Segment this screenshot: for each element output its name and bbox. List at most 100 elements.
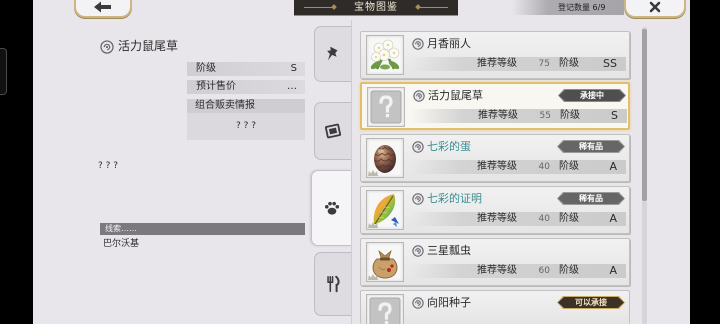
list-item[interactable]: 七彩的蛋 稀有品 推荐等级 40 阶级 A: [360, 134, 630, 182]
list-divider: [351, 20, 352, 324]
list-item[interactable]: 七彩的证明 稀有品 推荐等级 40 阶级 A: [360, 186, 630, 234]
detail-price-label: 预计售价: [196, 81, 236, 92]
unknown-item-icon: [368, 88, 404, 126]
level-label: 推荐等级: [477, 58, 517, 69]
item-name: 活力鼠尾草: [428, 89, 483, 102]
registered-count: 登记数量 6/9: [512, 0, 624, 15]
item-name: 向阳种子: [427, 296, 471, 309]
item-stats: 推荐等级 55 阶级 S: [411, 109, 627, 123]
item-stats: 推荐等级 40 阶级 A: [410, 160, 626, 174]
ornament-right: [418, 7, 448, 8]
item-name: 七彩的蛋: [427, 140, 471, 153]
detail-rank-value: S: [290, 63, 297, 74]
item-name: 七彩的证明: [427, 192, 482, 205]
tab-cards[interactable]: [314, 102, 351, 160]
rank-label: 阶级: [559, 58, 579, 69]
detail-rank-row: 阶级 S: [187, 62, 305, 76]
tab-monsters[interactable]: [311, 170, 351, 246]
item-thumbnail: [366, 138, 404, 178]
rank-label: 阶级: [559, 213, 579, 224]
list-item[interactable]: 三星瓢虫 推荐等级 60 阶级 A: [360, 238, 630, 286]
item-thumbnail: [366, 242, 404, 282]
combo-sale-header: 组合贩卖情报: [187, 99, 305, 113]
flower-icon: [370, 39, 400, 70]
rare-badge: 稀有品: [557, 192, 625, 205]
item-thumbnail: [366, 190, 404, 230]
rank-value: A: [609, 264, 617, 277]
seal-icon: [412, 141, 424, 153]
rare-badge-label: 稀有品: [558, 193, 624, 204]
title-banner: 宝物图鉴: [294, 0, 458, 16]
pin-icon: [327, 46, 338, 61]
scrollbar-thumb[interactable]: [642, 29, 647, 201]
rank-value: S: [611, 109, 618, 122]
acceptable-badge: 可以承接: [557, 296, 625, 309]
rare-badge-label: 稀有品: [558, 141, 624, 152]
clue-label: 线索……: [105, 224, 137, 233]
item-stats: 推荐等级 75 阶级 SS: [410, 57, 626, 71]
level-value: 75: [538, 59, 550, 69]
seal-icon: [413, 90, 425, 102]
level-label: 推荐等级: [477, 265, 517, 276]
paw-icon: [324, 201, 339, 215]
status-badge: 承接中: [558, 89, 626, 102]
level-label: 推荐等级: [477, 213, 517, 224]
seal-icon: [100, 40, 114, 54]
close-icon: [649, 1, 661, 12]
level-value: 40: [538, 214, 550, 224]
rank-label: 阶级: [560, 110, 580, 121]
item-name: 三星瓢虫: [427, 244, 471, 257]
unknown-item-icon: [367, 295, 403, 324]
close-button[interactable]: [624, 0, 686, 18]
device-notch: [0, 48, 7, 95]
level-value: 40: [538, 162, 550, 172]
list-item[interactable]: 月香丽人 推荐等级 75 阶级 SS: [360, 31, 630, 79]
acceptable-badge-label: 可以承接: [558, 297, 624, 308]
tab-materials[interactable]: [314, 26, 351, 82]
detail-description: ? ? ?: [98, 161, 119, 171]
rank-value: SS: [603, 57, 617, 70]
registered-count-label: 登记数量 6/9: [558, 3, 606, 12]
level-value: 60: [538, 266, 550, 276]
detail-price-value: …: [287, 81, 297, 92]
seal-icon: [412, 193, 424, 205]
item-thumbnail: [366, 294, 404, 324]
screen: 宝物图鉴 登记数量 6/9 活力鼠尾草 阶级 S 预计售价 … 组合贩卖情报 ?…: [0, 0, 720, 324]
card-icon: [324, 123, 342, 139]
combo-sale-info: 组合贩卖情报 ? ? ?: [187, 99, 305, 140]
rare-badge: 稀有品: [557, 140, 625, 153]
crown-icon: [368, 222, 378, 228]
detail-rank-label: 阶级: [196, 63, 216, 74]
fork-knife-icon: [327, 275, 340, 293]
combo-sale-value: ? ? ?: [235, 121, 257, 131]
list-item[interactable]: 向阳种子 可以承接: [360, 290, 630, 324]
rank-value: A: [609, 212, 617, 225]
detail-price-row: 预计售价 …: [187, 80, 305, 94]
page-title: 宝物图鉴: [354, 1, 398, 13]
tab-food[interactable]: [314, 252, 351, 316]
crown-icon: [368, 170, 378, 176]
rank-value: A: [609, 160, 617, 173]
back-button[interactable]: [74, 0, 132, 18]
combo-sale-label: 组合贩卖情报: [195, 100, 255, 111]
status-badge-label: 承接中: [559, 90, 625, 101]
seal-icon: [412, 297, 424, 309]
item-name: 月香丽人: [427, 37, 471, 50]
seal-icon: [412, 38, 424, 50]
level-value: 55: [539, 111, 551, 121]
level-label: 推荐等级: [478, 110, 518, 121]
clue-value: 巴尔沃基: [103, 239, 140, 249]
rank-label: 阶级: [559, 265, 579, 276]
ornament-left: [304, 7, 334, 8]
arrow-left-icon: [94, 1, 111, 12]
clue-header: 线索……: [100, 223, 305, 235]
seal-icon: [412, 245, 424, 257]
list-item-selected[interactable]: 活力鼠尾草 承接中 推荐等级 55 阶级 S: [360, 82, 630, 130]
item-stats: 推荐等级 40 阶级 A: [410, 212, 626, 226]
item-thumbnail: [367, 87, 405, 127]
crown-icon: [368, 274, 378, 280]
item-thumbnail: [366, 35, 404, 75]
detail-item-name: 活力鼠尾草: [118, 39, 179, 53]
rank-label: 阶级: [559, 161, 579, 172]
item-stats: 推荐等级 60 阶级 A: [410, 264, 626, 278]
